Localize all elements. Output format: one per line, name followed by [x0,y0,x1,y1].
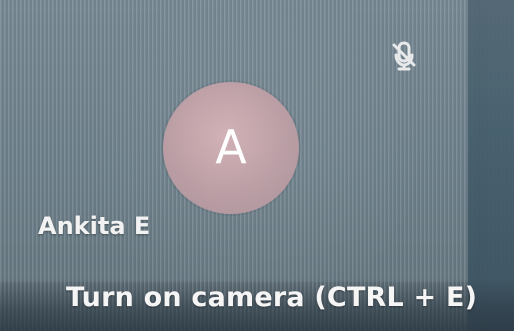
participant-avatar: A [163,82,299,214]
video-call-screen: A Ankita E Turn on camera (CTRL + E) [0,0,514,331]
avatar-initial: A [215,120,247,174]
mic-muted-icon [382,33,426,77]
turn-on-camera-hint: Turn on camera (CTRL + E) [66,282,478,313]
participant-name: Ankita E [38,212,151,240]
